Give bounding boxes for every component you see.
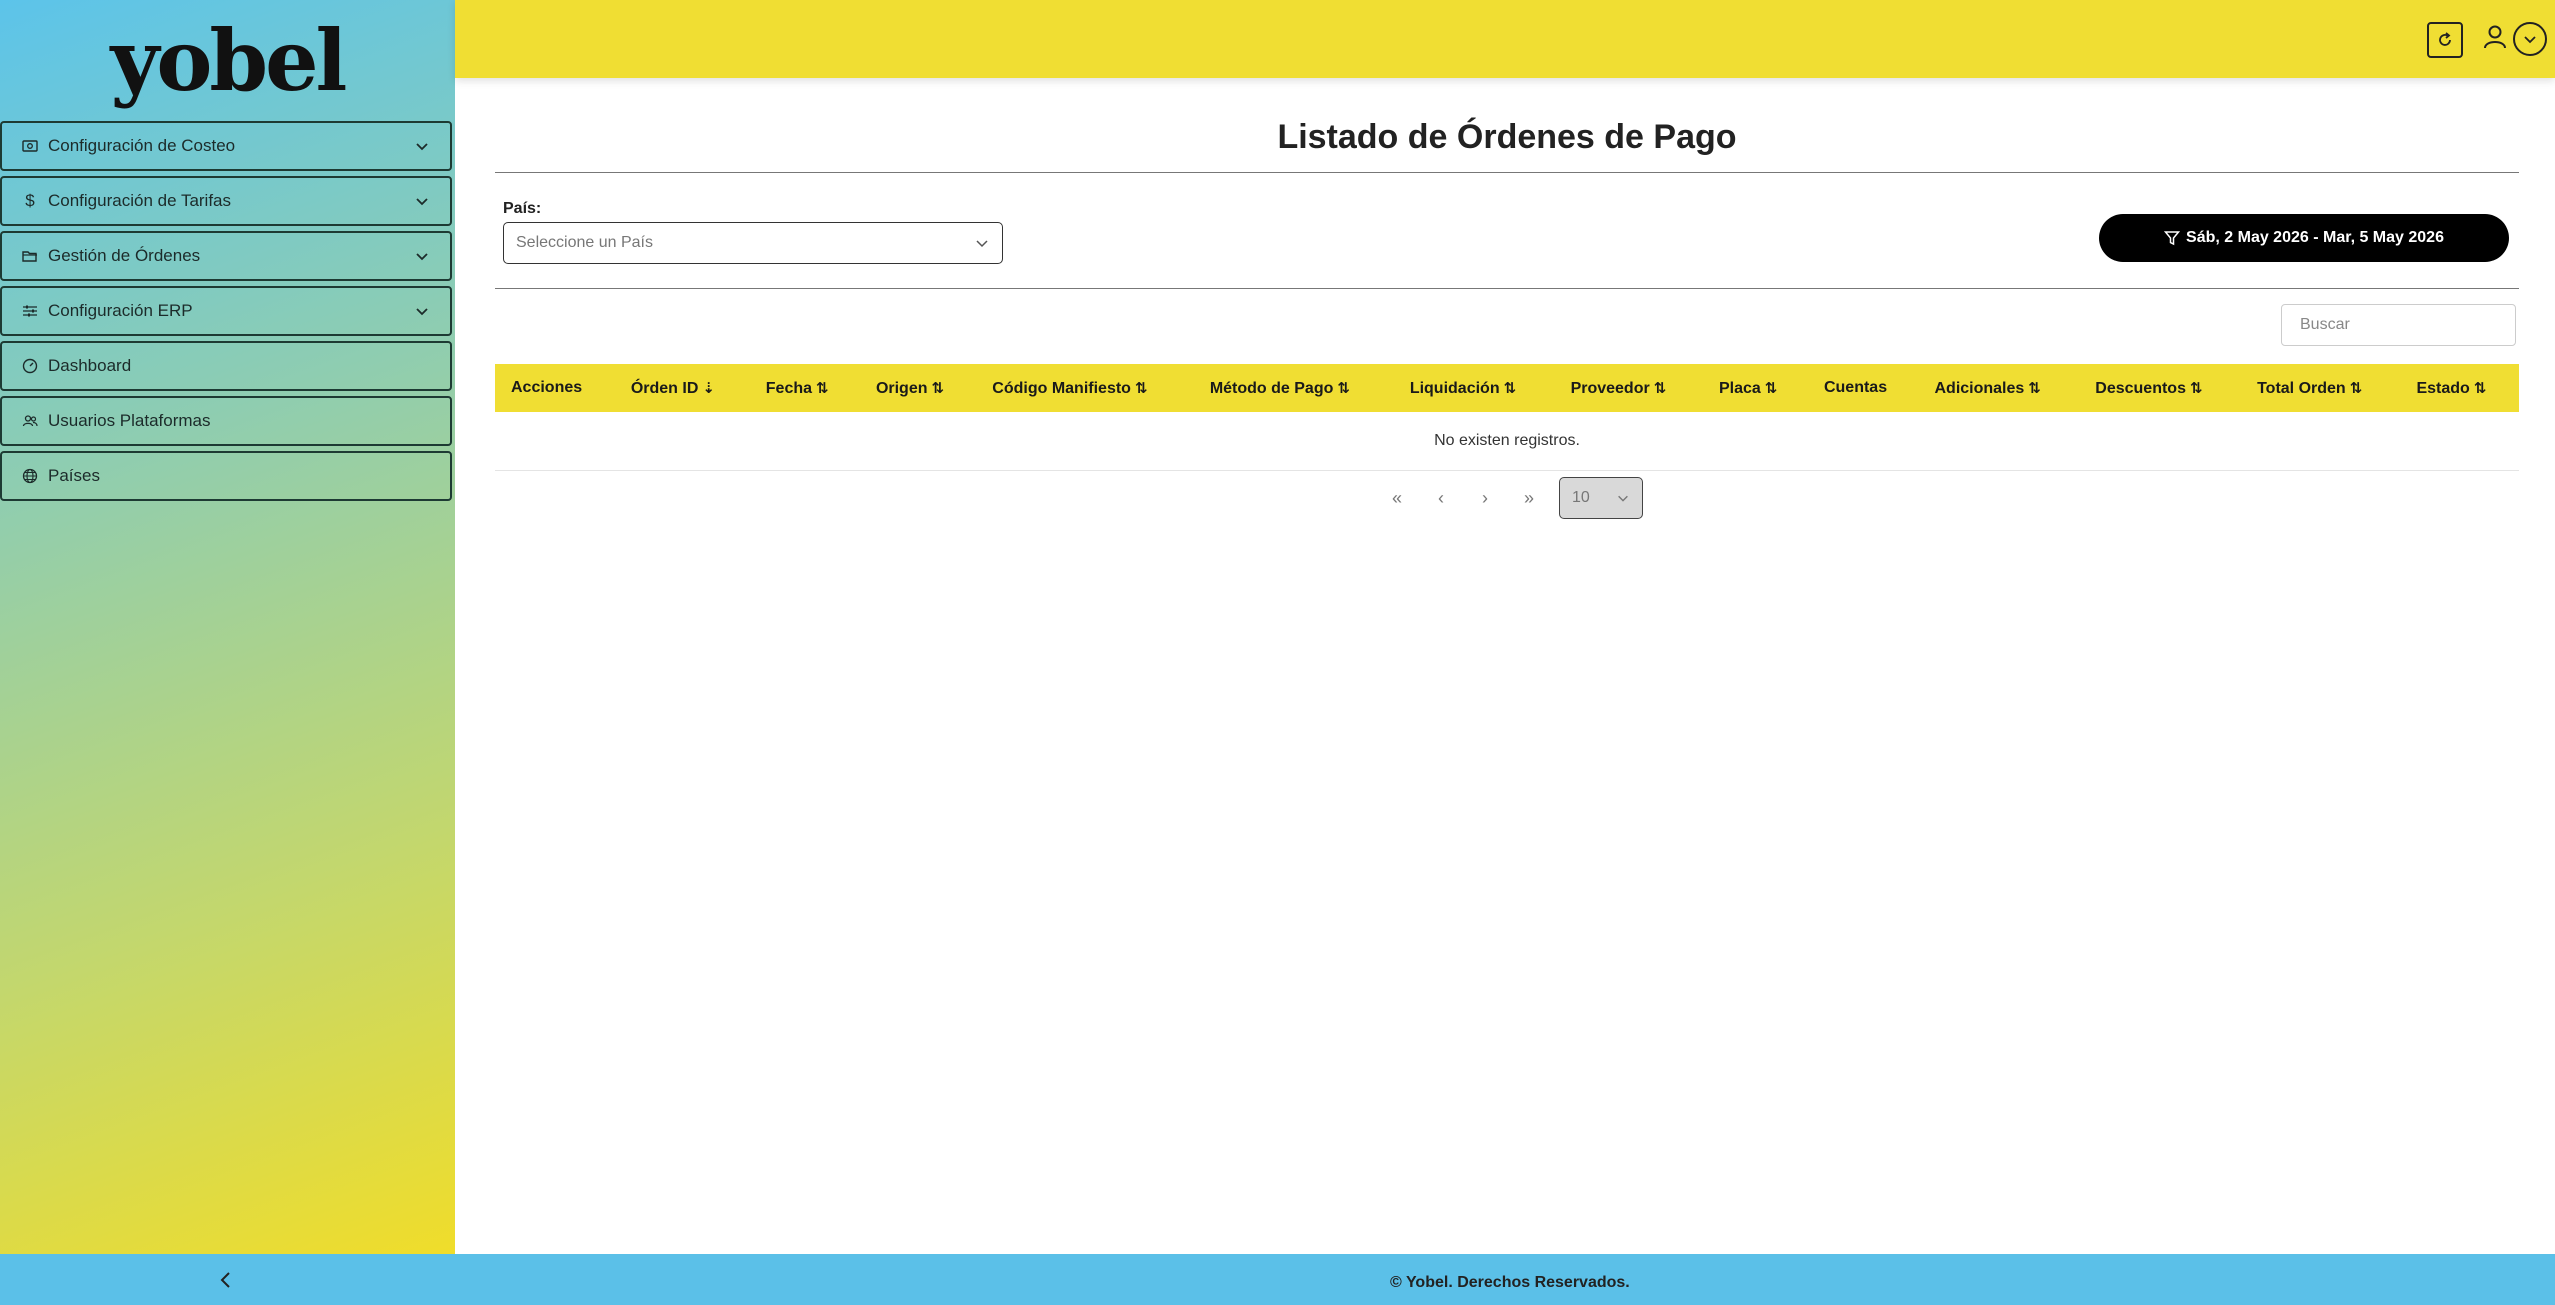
divider xyxy=(495,288,2519,289)
sidebar-item-dashboard[interactable]: Dashboard xyxy=(0,341,452,391)
country-select[interactable]: Seleccione un País xyxy=(503,222,1003,264)
empty-message: No existen registros. xyxy=(495,412,2519,471)
column-header-acciones: Acciones xyxy=(511,379,583,396)
sidebar: yobel Configuración de Costeo $ Configur… xyxy=(0,0,455,1254)
sort-icon: ⇅ xyxy=(931,379,945,397)
sidebar-item-paises[interactable]: Países xyxy=(0,451,452,501)
sidebar-item-label: Países xyxy=(48,466,100,485)
table-header-row: Acciones Órden ID ⇣ Fecha ⇅ Origen ⇅ Código… xyxy=(495,364,2519,412)
chevron-down-icon xyxy=(416,198,428,206)
column-header-descuentos[interactable]: Descuentos ⇅ xyxy=(2079,364,2241,412)
search-box xyxy=(2281,304,2516,346)
column-header-liquidacion[interactable]: Liquidación ⇅ xyxy=(1394,364,1555,412)
sort-icon: ⇅ xyxy=(816,379,829,397)
divider xyxy=(495,172,2519,173)
column-header-adicionales[interactable]: Adicionales ⇅ xyxy=(1918,364,2079,412)
chevron-down-icon xyxy=(416,253,428,261)
sort-icon: ⇅ xyxy=(1764,379,1778,397)
dollar-icon: $ xyxy=(25,191,35,210)
orders-table: Acciones Órden ID ⇣ Fecha ⇅ Origen ⇅ Código… xyxy=(495,364,2519,471)
country-filter-label: País: xyxy=(503,200,542,217)
column-header-metodo-pago[interactable]: Método de Pago ⇅ xyxy=(1194,364,1394,412)
page-title: Listado de Órdenes de Pago xyxy=(1277,118,1737,156)
folder-icon xyxy=(20,246,40,266)
users-icon xyxy=(20,411,40,431)
sort-icon: ⇅ xyxy=(1503,379,1517,397)
sidebar-item-label: Dashboard xyxy=(48,356,132,375)
date-range-label: Sáb, 2 May 2026 - Mar, 5 May 2026 xyxy=(2186,229,2444,246)
sidebar-item-configuracion-erp[interactable]: Configuración ERP xyxy=(0,286,452,336)
double-chevron-left-icon: « xyxy=(1391,487,1402,508)
sidebar-item-gestion-ordenes[interactable]: Gestión de Órdenes xyxy=(0,231,452,281)
pagination: « ‹ › » 10 xyxy=(1375,477,1643,519)
column-header-fecha[interactable]: Fecha ⇅ xyxy=(750,364,860,412)
footer xyxy=(0,1254,2555,1305)
user-menu-button[interactable] xyxy=(2513,22,2547,56)
sort-icon: ⇅ xyxy=(2028,379,2041,397)
chevron-down-icon xyxy=(1618,495,1628,502)
chevron-right-icon: › xyxy=(1482,487,1488,508)
refresh-icon xyxy=(2439,32,2451,46)
double-chevron-right-icon: » xyxy=(1523,487,1534,508)
sort-desc-icon: ⇣ xyxy=(702,379,715,397)
column-header-origen[interactable]: Origen ⇅ xyxy=(860,364,976,412)
sidebar-item-configuracion-tarifas[interactable]: $ Configuración de Tarifas xyxy=(0,176,452,226)
refresh-button[interactable] xyxy=(2427,22,2463,58)
column-header-total-orden[interactable]: Total Orden ⇅ xyxy=(2241,364,2400,412)
rows-per-page-select[interactable]: 10 xyxy=(1559,477,1643,519)
cash-icon xyxy=(20,136,40,156)
sort-icon: ⇅ xyxy=(1653,379,1667,397)
sliders-icon xyxy=(20,301,40,321)
sidebar-item-label: Configuración de Costeo xyxy=(48,136,236,155)
sidebar-item-usuarios-plataformas[interactable]: Usuarios Plataformas xyxy=(0,396,452,446)
sidebar-item-label: Usuarios Plataformas xyxy=(48,411,211,430)
search-input[interactable] xyxy=(2300,316,2507,334)
sort-icon: ⇅ xyxy=(2349,379,2363,397)
footer-text: © Yobel. Derechos Reservados. xyxy=(1390,1274,1630,1291)
last-page-button[interactable]: » xyxy=(1507,477,1551,519)
first-page-button[interactable]: « xyxy=(1375,477,1419,519)
sort-icon: ⇅ xyxy=(2473,379,2487,397)
sidebar-item-label: Gestión de Órdenes xyxy=(48,246,201,265)
column-header-cuentas: Cuentas xyxy=(1823,379,1888,396)
logo: yobel xyxy=(110,10,348,110)
chevron-down-icon xyxy=(416,143,428,151)
chevron-left-icon: ‹ xyxy=(1438,487,1444,508)
country-select-placeholder: Seleccione un País xyxy=(516,234,653,251)
chevron-down-icon xyxy=(976,240,988,248)
next-page-button[interactable]: › xyxy=(1463,477,1507,519)
sort-icon: ⇅ xyxy=(1134,379,1148,397)
chevron-left-icon[interactable] xyxy=(214,1268,238,1292)
globe-icon xyxy=(20,466,40,486)
sidebar-menu: Configuración de Costeo $ Configuración … xyxy=(0,121,452,506)
chevron-down-icon xyxy=(416,308,428,316)
speedometer-icon xyxy=(20,356,40,376)
rows-per-page-value: 10 xyxy=(1572,489,1590,506)
sort-icon: ⇅ xyxy=(1337,379,1350,397)
column-header-placa[interactable]: Placa ⇅ xyxy=(1703,364,1808,412)
table-row: No existen registros. xyxy=(495,412,2519,471)
user-icon[interactable] xyxy=(2480,22,2510,52)
sort-icon: ⇅ xyxy=(2189,379,2203,397)
chevron-down-icon xyxy=(2524,36,2536,44)
main-content: Listado de Órdenes de Pago País: Selecci… xyxy=(455,78,2555,1254)
filter-icon xyxy=(2164,231,2181,246)
date-range-filter-button[interactable]: Sáb, 2 May 2026 - Mar, 5 May 2026 xyxy=(2099,214,2509,262)
sidebar-item-label: Configuración de Tarifas xyxy=(48,191,232,210)
top-bar xyxy=(455,0,2555,78)
column-header-estado[interactable]: Estado ⇅ xyxy=(2400,364,2519,412)
column-header-proveedor[interactable]: Proveedor ⇅ xyxy=(1555,364,1703,412)
sidebar-item-configuracion-costeo[interactable]: Configuración de Costeo xyxy=(0,121,452,171)
prev-page-button[interactable]: ‹ xyxy=(1419,477,1463,519)
column-header-codigo-manifiesto[interactable]: Código Manifiesto ⇅ xyxy=(976,364,1194,412)
sidebar-item-label: Configuración ERP xyxy=(48,301,193,320)
column-header-orden-id[interactable]: Órden ID ⇣ xyxy=(615,364,750,412)
